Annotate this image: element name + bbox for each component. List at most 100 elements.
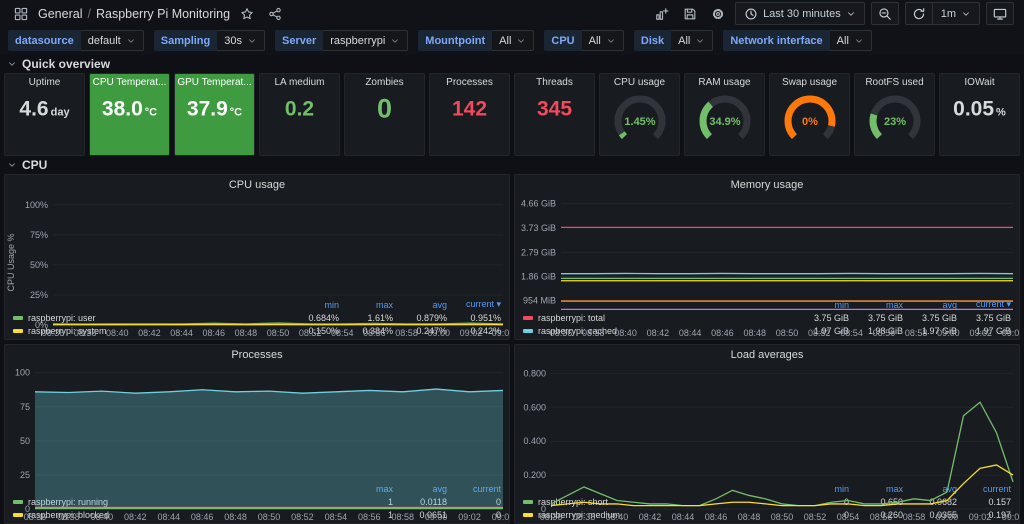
stat-value: 345: [515, 98, 594, 119]
svg-text:0%: 0%: [802, 116, 818, 128]
svg-text:08:58: 08:58: [903, 512, 926, 522]
memory-usage-plot[interactable]: 954 MiB1.86 GiB2.79 GiB3.73 GiB4.66 GiB0…: [515, 195, 1019, 298]
dashboards-grid-icon[interactable]: [10, 3, 32, 25]
svg-text:09:02: 09:02: [969, 328, 992, 338]
svg-text:1.45%: 1.45%: [624, 116, 655, 128]
svg-text:CPU Usage %: CPU Usage %: [6, 233, 16, 291]
breadcrumb-folder[interactable]: General: [38, 7, 82, 21]
share-icon[interactable]: [264, 3, 286, 25]
ram-usage-gauge: 34.9%: [685, 90, 764, 154]
panel-cpu-usage-graph: CPU usage 0%25%50%75%100%08:3608:3808:40…: [4, 174, 510, 340]
svg-text:09:00: 09:00: [936, 512, 959, 522]
cpu-usage-gauge: 1.45%: [600, 90, 679, 154]
panel-title[interactable]: Processes: [5, 345, 509, 365]
row-toggle-cpu[interactable]: CPU: [0, 156, 1024, 174]
svg-text:08:44: 08:44: [672, 512, 695, 522]
variable-datasource: datasource default: [8, 30, 144, 51]
panel-memory-usage-graph: Memory usage 954 MiB1.86 GiB2.79 GiB3.73…: [514, 174, 1020, 340]
svg-text:25: 25: [20, 470, 30, 480]
svg-text:3.73 GiB: 3.73 GiB: [521, 223, 556, 233]
svg-text:08:50: 08:50: [776, 328, 799, 338]
variable-label: Server: [275, 30, 323, 51]
row-title: CPU: [22, 158, 47, 172]
variable-value-dropdown[interactable]: All: [830, 30, 872, 51]
svg-text:09:02: 09:02: [969, 512, 992, 522]
svg-text:08:36: 08:36: [550, 328, 573, 338]
clock-icon: [744, 7, 758, 21]
breadcrumb[interactable]: General / Raspberry Pi Monitoring: [38, 7, 230, 21]
panel-title[interactable]: Zombies: [345, 74, 424, 92]
svg-text:08:38: 08:38: [573, 512, 596, 522]
svg-text:34.9%: 34.9%: [709, 116, 740, 128]
iowait-sparkline: [941, 118, 1018, 154]
variable-value-dropdown[interactable]: default: [81, 30, 144, 51]
panel-title[interactable]: CPU usage: [5, 175, 509, 195]
svg-text:08:48: 08:48: [224, 512, 247, 522]
load-averages-plot[interactable]: 00.2000.4000.6000.80008:3608:3808:4008:4…: [515, 365, 1019, 482]
chevron-down-icon: [846, 9, 856, 19]
processes-plot[interactable]: 025507510008:3608:3808:4008:4208:4408:46…: [5, 365, 509, 482]
variable-value-dropdown[interactable]: All: [492, 30, 534, 51]
row-toggle-quick-overview[interactable]: Quick overview: [0, 55, 1024, 73]
panel-processes-graph: Processes 025507510008:3608:3808:4008:42…: [4, 344, 510, 524]
panel-zombies: Zombies 0: [344, 73, 425, 157]
variable-disk: Disk All: [634, 30, 713, 51]
variable-label: Disk: [634, 30, 671, 51]
svg-text:23%: 23%: [883, 116, 905, 128]
panel-title[interactable]: Load averages: [515, 345, 1019, 365]
svg-text:08:52: 08:52: [804, 512, 827, 522]
variables-row: datasource default Sampling 30s Server r…: [0, 27, 1024, 55]
panel-cpu-temperature: CPU Temperat... 38.0°C: [89, 73, 170, 157]
variable-cpu: CPU All: [544, 30, 623, 51]
chevron-down-icon: [606, 36, 616, 46]
panel-title[interactable]: CPU Temperat...: [90, 74, 169, 92]
variable-server: Server raspberrypi: [275, 30, 408, 51]
panel-title[interactable]: Threads: [515, 74, 594, 92]
svg-text:08:50: 08:50: [267, 328, 290, 338]
grafana-dashboard: General / Raspberry Pi Monitoring Last 3…: [0, 0, 1024, 524]
star-icon[interactable]: [236, 3, 258, 25]
panel-la-medium: LA medium 0.2: [259, 73, 340, 157]
cpu-usage-plot[interactable]: 0%25%50%75%100%08:3608:3808:4008:4208:44…: [5, 195, 509, 298]
svg-text:1.86 GiB: 1.86 GiB: [521, 272, 556, 282]
la-medium-sparkline: [261, 126, 338, 154]
svg-text:0.600: 0.600: [523, 402, 546, 412]
svg-text:08:52: 08:52: [808, 328, 831, 338]
svg-text:08:58: 08:58: [395, 328, 418, 338]
panel-title[interactable]: Processes: [430, 74, 509, 92]
panel-title[interactable]: LA medium: [260, 74, 339, 92]
svg-text:08:56: 08:56: [363, 328, 386, 338]
svg-text:75%: 75%: [30, 230, 48, 240]
save-dashboard-button[interactable]: [679, 3, 701, 25]
panel-title[interactable]: Uptime: [5, 74, 84, 92]
panel-title[interactable]: Memory usage: [515, 175, 1019, 195]
svg-text:08:54: 08:54: [840, 328, 863, 338]
svg-text:09:04: 09:04: [492, 328, 509, 338]
variable-value-dropdown[interactable]: All: [671, 30, 713, 51]
variable-value-dropdown[interactable]: raspberrypi: [323, 30, 408, 51]
panel-title[interactable]: GPU Temperat...: [175, 74, 254, 92]
time-range-label: Last 30 minutes: [763, 8, 841, 20]
refresh-button[interactable]: [905, 2, 933, 25]
svg-text:09:04: 09:04: [1002, 328, 1019, 338]
svg-text:08:56: 08:56: [873, 328, 896, 338]
variable-value-dropdown[interactable]: All: [582, 30, 624, 51]
time-range-picker[interactable]: Last 30 minutes: [735, 2, 865, 25]
refresh-interval-dropdown[interactable]: 1m: [933, 2, 980, 25]
svg-text:08:40: 08:40: [106, 328, 129, 338]
quick-overview-row: Uptime 4.6day CPU Temperat... 38.0°C GPU…: [0, 73, 1024, 157]
zoom-out-time-button[interactable]: [871, 2, 899, 25]
dashboard-settings-button[interactable]: [707, 3, 729, 25]
add-panel-button[interactable]: [651, 3, 673, 25]
chevron-down-icon: [247, 36, 257, 46]
chevron-down-icon: [516, 36, 526, 46]
threads-sparkline: [516, 117, 593, 154]
svg-text:09:00: 09:00: [427, 328, 450, 338]
refresh-icon: [912, 7, 926, 21]
stat-value: 0: [345, 95, 424, 122]
panel-title[interactable]: IOWait: [940, 74, 1019, 92]
svg-text:08:46: 08:46: [711, 328, 734, 338]
panel-iowait: IOWait 0.05%: [939, 73, 1020, 157]
variable-value-dropdown[interactable]: 30s: [217, 30, 265, 51]
kiosk-mode-button[interactable]: [986, 2, 1014, 25]
